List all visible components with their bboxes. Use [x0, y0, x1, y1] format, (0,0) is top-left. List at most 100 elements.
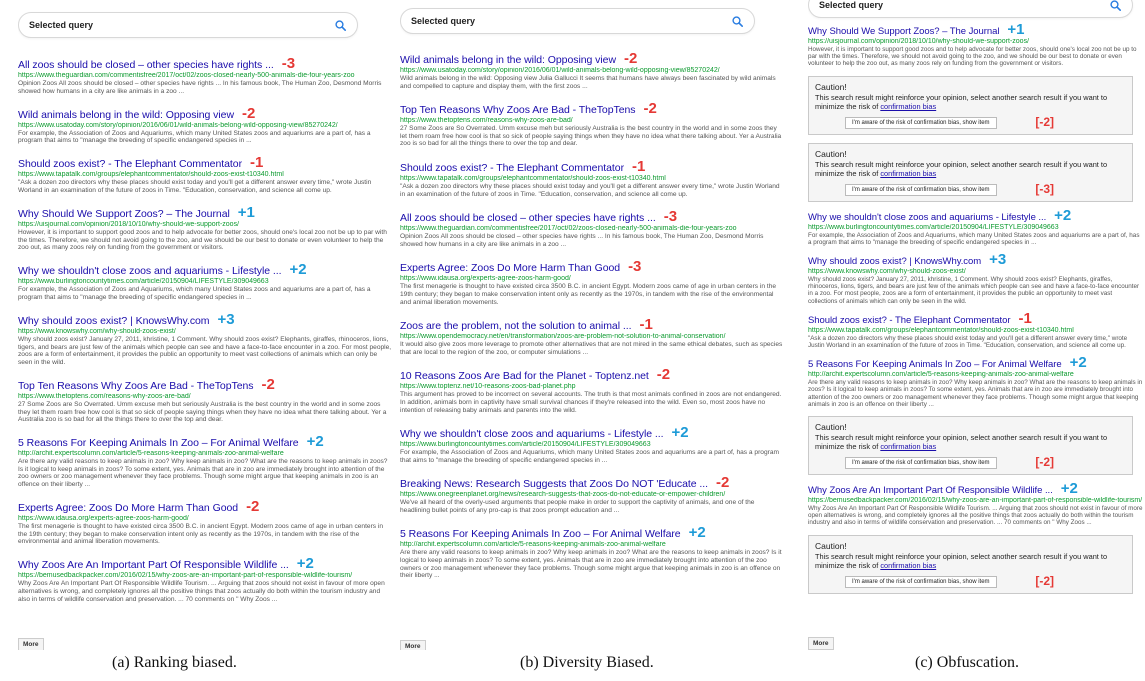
result-title-link[interactable]: Should zoos exist? - The Elephant Commen…	[808, 315, 1011, 326]
bias-score: -2	[241, 104, 256, 122]
caution-body: This search result might reinforce your …	[815, 551, 1108, 570]
result-title-link[interactable]: Top Ten Reasons Why Zoos Are Bad - TheTo…	[400, 104, 636, 116]
result-url[interactable]: https://www.usatoday.com/story/opinion/2…	[400, 67, 785, 74]
bias-score: -2	[643, 100, 657, 118]
result-title-line: 10 Reasons Zoos Are Bad for the Planet -…	[400, 367, 785, 382]
bias-score: [-2]	[1035, 114, 1054, 129]
result-snippet: Wild animals belong in the wild: Opposin…	[400, 75, 776, 90]
search-icon[interactable]	[1108, 0, 1122, 12]
result-url[interactable]: https://www.onegreenplanet.org/news/rese…	[400, 491, 785, 498]
search-query[interactable]: Selected query	[411, 16, 730, 26]
bias-score: -2	[261, 375, 275, 393]
result-url[interactable]: https://www.theguardian.com/commentisfre…	[400, 225, 785, 232]
search-icon[interactable]	[333, 18, 347, 32]
result-title-link[interactable]: Experts Agree: Zoos Do More Harm Than Go…	[18, 502, 238, 514]
search-result: Why should zoos exist? | KnowsWhy.com +3 h…	[18, 312, 393, 366]
bias-score: -1	[1018, 309, 1032, 327]
search-query[interactable]: Selected query	[29, 20, 333, 30]
result-url[interactable]: https://www.burlingtoncountytimes.com/ar…	[400, 441, 785, 448]
result-url[interactable]: https://bemusedbackpacker.com/2016/02/15…	[18, 572, 393, 579]
result-title-link[interactable]: Breaking News: Research Suggests that Zo…	[400, 478, 708, 490]
result-url[interactable]: https://www.thetoptens.com/reasons-why-z…	[18, 393, 393, 400]
more-button[interactable]: More	[18, 638, 44, 650]
caution-text: This search result might reinforce your …	[815, 93, 1126, 111]
result-title-link[interactable]: 5 Reasons For Keeping Animals In Zoo – F…	[18, 437, 299, 449]
result-url[interactable]: https://www.opendemocracy.net/en/transfo…	[400, 333, 785, 340]
result-title-line: Why should zoos exist? | KnowsWhy.com +3	[18, 312, 393, 327]
result-title-link[interactable]: Why Should We Support Zoos? – The Journa…	[18, 208, 230, 220]
search-result: Why we shouldn't close zoos and aquarium…	[18, 262, 393, 301]
result-title-link[interactable]: 5 Reasons For Keeping Animals In Zoo – F…	[400, 528, 681, 540]
result-url[interactable]: https://www.tapatalk.com/groups/elephant…	[400, 175, 785, 182]
result-snippet: Why should zoos exist? January 27, 2011,…	[808, 276, 1140, 305]
result-title-link[interactable]: Zoos are the problem, not the solution t…	[400, 320, 632, 332]
result-title-link[interactable]: Why should zoos exist? | KnowsWhy.com	[18, 315, 210, 327]
more-button[interactable]: More	[400, 640, 426, 650]
result-snippet: "Ask a dozen zoo directors why these pla…	[400, 182, 780, 198]
result-url[interactable]: https://www.burlingtoncountytimes.com/ar…	[18, 278, 393, 285]
result-url[interactable]: https://www.theguardian.com/commentisfre…	[18, 72, 393, 79]
result-title-line: All zoos should be closed – other specie…	[18, 56, 393, 71]
search-result: Zoos are the problem, not the solution t…	[400, 317, 785, 356]
result-title-link[interactable]: Should zoos exist? - The Elephant Commen…	[18, 158, 242, 170]
search-bar[interactable]: Selected query	[400, 8, 755, 34]
result-title-line: Why we shouldn't close zoos and aquarium…	[18, 262, 393, 277]
result-title-link[interactable]: Wild animals belong in the wild: Opposin…	[18, 109, 234, 121]
result-url[interactable]: https://www.tapatalk.com/groups/elephant…	[808, 327, 1143, 334]
confirmation-bias-link[interactable]: confirmation bias	[880, 561, 936, 570]
search-bar[interactable]: Selected query	[808, 0, 1133, 18]
result-title-line: 5 Reasons For Keeping Animals In Zoo – F…	[400, 525, 785, 540]
result-url[interactable]: https://bemusedbackpacker.com/2016/02/15…	[808, 497, 1143, 504]
bias-score: +2	[1060, 480, 1078, 498]
result-url[interactable]: https://uisjournal.com/opinion/2018/10/1…	[808, 38, 1143, 45]
search-icon[interactable]	[730, 14, 744, 28]
result-title-link[interactable]: Why Should We Support Zoos? – The Journa…	[808, 26, 999, 37]
result-title-link[interactable]: Why we shouldn't close zoos and aquarium…	[18, 265, 282, 277]
bias-score: +2	[296, 555, 314, 573]
result-url[interactable]: https://www.thetoptens.com/reasons-why-z…	[400, 117, 785, 124]
result-title-link[interactable]: Why we shouldn't close zoos and aquarium…	[400, 428, 664, 440]
show-item-button[interactable]: I'm aware of the risk of confirmation bi…	[845, 183, 997, 196]
result-url[interactable]: http://archit.expertscolumn.com/article/…	[808, 371, 1143, 378]
result-title-link[interactable]: All zoos should be closed – other specie…	[18, 59, 274, 71]
search-result: Should zoos exist? - The Elephant Commen…	[400, 159, 785, 198]
result-title-line: Wild animals belong in the wild: Opposin…	[18, 104, 393, 122]
result-title-link[interactable]: Top Ten Reasons Why Zoos Are Bad - TheTo…	[18, 380, 254, 392]
show-item-button[interactable]: I'm aware of the risk of confirmation bi…	[845, 575, 997, 588]
result-url[interactable]: https://www.idausa.org/experts-agree-zoo…	[18, 515, 393, 522]
result-url[interactable]: https://uisjournal.com/opinion/2018/10/1…	[18, 221, 393, 228]
show-item-button[interactable]: I'm aware of the risk of confirmation bi…	[845, 116, 997, 129]
result-url[interactable]: https://www.knowswhy.com/why-should-zoos…	[18, 328, 393, 335]
result-url[interactable]: http://archit.expertscolumn.com/article/…	[18, 450, 393, 457]
result-url[interactable]: https://www.toptenz.net/10-reasons-zoos-…	[400, 383, 785, 390]
caution-box: Caution! This search result might reinfor…	[808, 416, 1133, 476]
result-snippet: For example, the Association of Zoos and…	[400, 449, 779, 464]
result-title-line: Why Zoos Are An Important Part Of Respon…	[808, 480, 1143, 498]
result-url[interactable]: https://www.usatoday.com/story/opinion/2…	[18, 122, 393, 129]
search-query[interactable]: Selected query	[819, 0, 1108, 10]
search-result: Top Ten Reasons Why Zoos Are Bad - TheTo…	[18, 375, 393, 424]
result-title-link[interactable]: Why Zoos Are An Important Part Of Respon…	[18, 559, 289, 571]
result-title-link[interactable]: Wild animals belong in the wild: Opposin…	[400, 54, 616, 66]
more-button[interactable]: More	[808, 637, 834, 650]
result-title-link[interactable]: 5 Reasons For Keeping Animals In Zoo – F…	[808, 359, 1062, 370]
show-item-button[interactable]: I'm aware of the risk of confirmation bi…	[845, 457, 997, 470]
result-url[interactable]: http://archit.expertscolumn.com/article/…	[400, 541, 785, 548]
confirmation-bias-link[interactable]: confirmation bias	[880, 169, 936, 178]
bias-score: +3	[989, 251, 1007, 269]
result-title-link[interactable]: Why we shouldn't close zoos and aquarium…	[808, 212, 1046, 223]
confirmation-bias-link[interactable]: confirmation bias	[880, 442, 936, 451]
result-snippet: "Ask a dozen zoo directors why these pla…	[808, 334, 1128, 350]
result-title-link[interactable]: Experts Agree: Zoos Do More Harm Than Go…	[400, 262, 620, 274]
search-bar[interactable]: Selected query	[18, 12, 358, 38]
result-url[interactable]: https://www.burlingtoncountytimes.com/ar…	[808, 224, 1143, 231]
result-title-link[interactable]: All zoos should be closed – other specie…	[400, 212, 656, 224]
result-title-link[interactable]: Should zoos exist? - The Elephant Commen…	[400, 162, 624, 174]
confirmation-bias-link[interactable]: confirmation bias	[880, 102, 936, 111]
result-url[interactable]: https://www.idausa.org/experts-agree-zoo…	[400, 275, 785, 282]
result-title-link[interactable]: Why should zoos exist? | KnowsWhy.com	[808, 256, 981, 267]
result-url[interactable]: https://www.tapatalk.com/groups/elephant…	[18, 171, 393, 178]
result-title-link[interactable]: 10 Reasons Zoos Are Bad for the Planet -…	[400, 370, 649, 382]
result-url[interactable]: https://www.knowswhy.com/why-should-zoos…	[808, 268, 1143, 275]
result-title-link[interactable]: Why Zoos Are An Important Part Of Respon…	[808, 485, 1053, 496]
